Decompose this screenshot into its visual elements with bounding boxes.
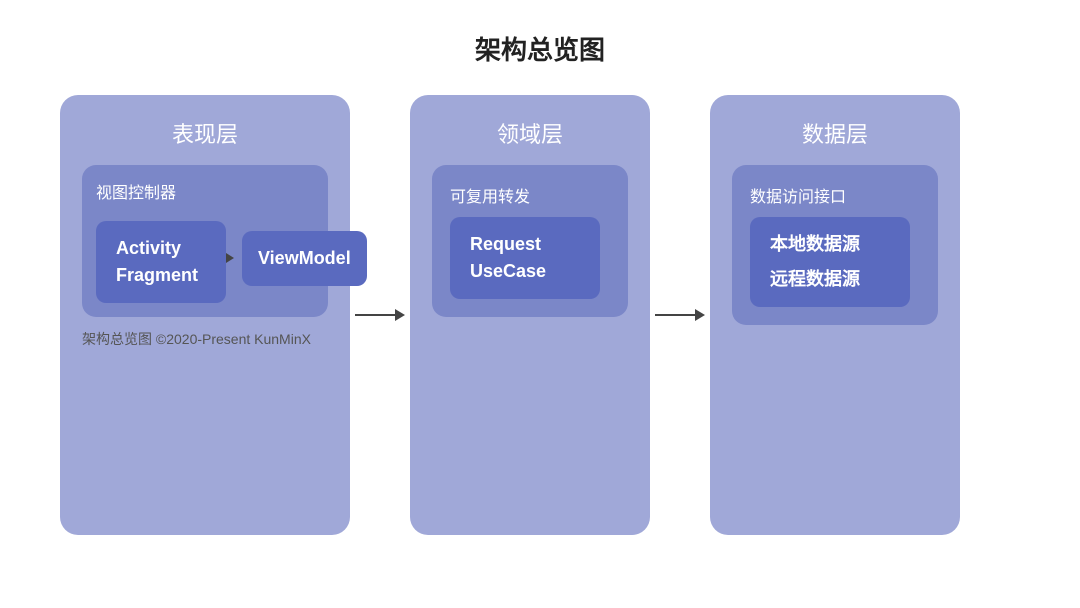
- viewmodel-container: ViewModel: [242, 231, 367, 286]
- arrow-line-1: [355, 309, 405, 321]
- arrow-domain-data: [650, 309, 710, 321]
- activity-label: Activity: [116, 235, 181, 262]
- arrow-presentation-domain: [350, 309, 410, 321]
- inner-arrow-head-1: [226, 253, 234, 263]
- presentation-layer: 表现层 视图控制器 Activity Fragment ViewModel: [60, 95, 350, 535]
- inner-arrow-1: [226, 253, 234, 263]
- activity-fragment-box: Activity Fragment: [96, 221, 226, 303]
- arrow-head-1: [395, 309, 405, 321]
- remote-data-label: 远程数据源: [770, 266, 860, 293]
- local-data-label: 本地数据源: [770, 231, 860, 258]
- copyright-text: 架构总览图 ©2020-Present KunMinX: [82, 329, 311, 349]
- domain-layer-title: 领域层: [497, 117, 563, 149]
- presentation-body: Activity Fragment ViewModel: [96, 213, 314, 303]
- arrow-line-2: [655, 309, 705, 321]
- domain-inner-box: 可复用转发 Request UseCase: [432, 165, 628, 317]
- arrow-shaft-2: [655, 314, 695, 316]
- local-remote-box: 本地数据源 远程数据源: [750, 217, 910, 307]
- usecase-label: UseCase: [470, 258, 546, 285]
- data-layer-title: 数据层: [802, 117, 868, 149]
- viewmodel-label: ViewModel: [258, 245, 351, 272]
- arrow-shaft-1: [355, 314, 395, 316]
- request-usecase-box: Request UseCase: [450, 217, 600, 299]
- view-controller-label: 视图控制器: [96, 179, 314, 203]
- data-access-label: 数据访问接口: [750, 183, 846, 207]
- presentation-layer-title: 表现层: [172, 117, 238, 149]
- request-label: Request: [470, 231, 541, 258]
- arrow-head-2: [695, 309, 705, 321]
- page-title: 架构总览图: [475, 30, 605, 67]
- data-layer: 数据层 数据访问接口 本地数据源 远程数据源: [710, 95, 960, 535]
- domain-layer: 领域层 可复用转发 Request UseCase: [410, 95, 650, 535]
- activity-fragment-container: Activity Fragment: [96, 213, 226, 303]
- fragment-label: Fragment: [116, 262, 198, 289]
- presentation-inner-box: 视图控制器 Activity Fragment ViewModel: [82, 165, 328, 317]
- viewmodel-box: ViewModel: [242, 231, 367, 286]
- data-inner-box: 数据访问接口 本地数据源 远程数据源: [732, 165, 938, 325]
- architecture-diagram: 表现层 视图控制器 Activity Fragment ViewModel: [60, 95, 1020, 535]
- reusable-label: 可复用转发: [450, 183, 530, 207]
